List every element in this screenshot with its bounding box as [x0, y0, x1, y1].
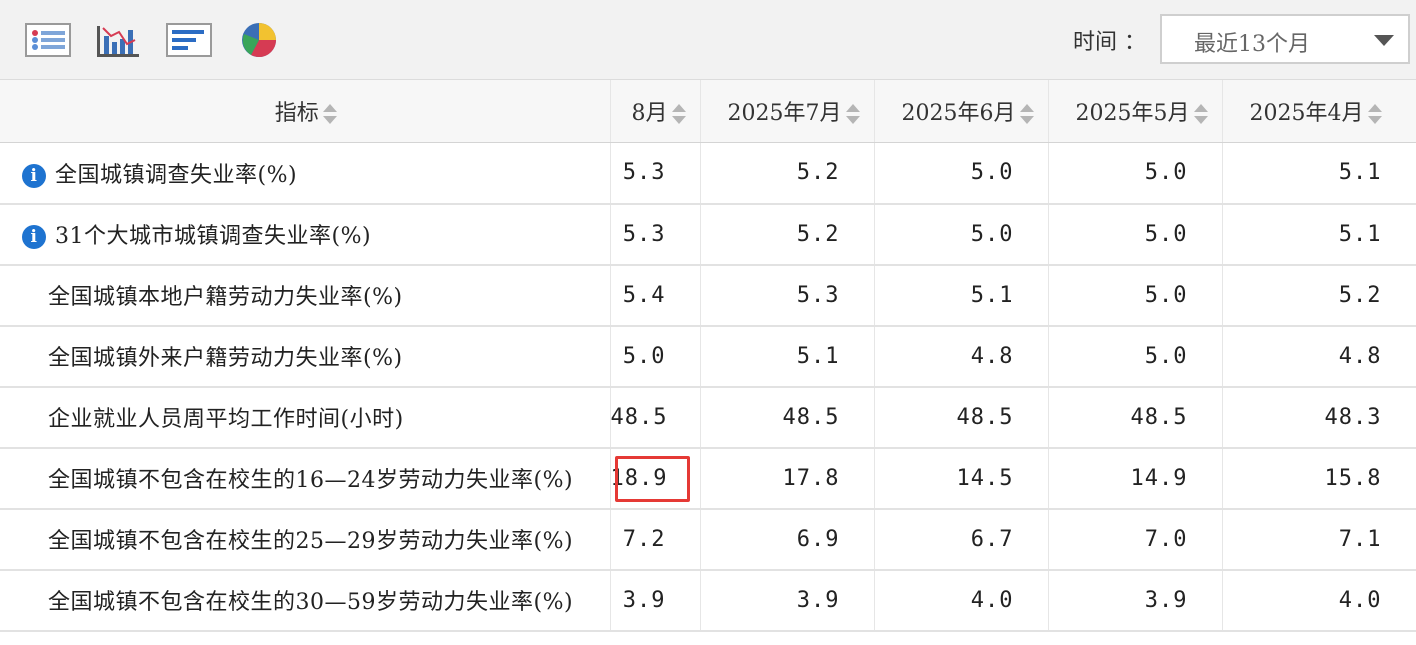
value-cell: 14.5 [874, 447, 1049, 510]
header-col-5[interactable]: 2025年4月 [1222, 80, 1416, 143]
header-indicator[interactable]: 指标 [0, 80, 611, 143]
value-cell: 6.7 [874, 508, 1049, 571]
value-cell: 5.2 [700, 142, 875, 205]
value-cell: 3.9 [1048, 569, 1223, 632]
sort-icon[interactable] [322, 103, 337, 125]
sort-icon[interactable] [845, 103, 860, 125]
value-cell: 48.5 [874, 386, 1049, 449]
table-row: 全国城镇不包含在校生的25—29岁劳动力失业率(%) 7.2 6.9 6.7 7… [0, 508, 1416, 571]
value-cell: 5.0 [874, 203, 1049, 266]
toolbar: 时间 ： 最近13个月 [0, 0, 1416, 80]
sort-icon[interactable] [1367, 103, 1382, 125]
table-row: 全国城镇外来户籍劳动力失业率(%) 5.0 5.1 4.8 5.0 4.8 [0, 325, 1416, 388]
value-cell: 48.3 [1222, 386, 1416, 449]
sort-icon[interactable] [1193, 103, 1208, 125]
value-cell: 5.1 [874, 264, 1049, 327]
value-cell: 7.1 [1222, 508, 1416, 571]
value-cell: 4.8 [874, 325, 1049, 388]
value-cell: 6.9 [700, 508, 875, 571]
value-cell: 5.4 [610, 264, 701, 327]
value-cell: 4.8 [1222, 325, 1416, 388]
table-header-row: 指标 8月 2025年7月 2025年6月 2025年5月 2025年4月 [0, 80, 1416, 143]
value-cell: 5.0 [1048, 264, 1223, 327]
table-row: 全国城镇本地户籍劳动力失业率(%) 5.4 5.3 5.1 5.0 5.2 [0, 264, 1416, 327]
value-cell: 5.2 [1222, 264, 1416, 327]
indicator-cell: 全国城镇不包含在校生的16—24岁劳动力失业率(%) [0, 447, 611, 510]
sort-icon[interactable] [1019, 103, 1034, 125]
time-range-select[interactable]: 最近13个月 [1160, 14, 1410, 64]
value-cell: 5.0 [1048, 203, 1223, 266]
highlight-box [614, 455, 690, 502]
data-table: 指标 8月 2025年7月 2025年6月 2025年5月 2025年4月 i全… [0, 80, 1416, 632]
value-cell: 4.0 [874, 569, 1049, 632]
value-cell: 5.0 [1048, 142, 1223, 205]
table-row: 全国城镇不包含在校生的16—24岁劳动力失业率(%) 18.9 17.8 14.… [0, 447, 1416, 510]
value-cell: 5.2 [700, 203, 875, 266]
indicator-cell: 全国城镇本地户籍劳动力失业率(%) [0, 264, 611, 327]
info-icon[interactable]: i [22, 163, 46, 188]
value-cell: 7.2 [610, 508, 701, 571]
horizontal-bar-icon[interactable] [166, 20, 212, 60]
value-cell: 17.8 [700, 447, 875, 510]
time-label: 时间 ： [1073, 30, 1146, 55]
table-row: i 全国城镇调查失业率(%) 5.3 5.2 5.0 5.0 5.1 [0, 142, 1416, 205]
value-cell: 15.8 [1222, 447, 1416, 510]
indicator-cell: 全国城镇外来户籍劳动力失业率(%) [0, 325, 611, 388]
info-icon[interactable]: i [22, 225, 46, 249]
bar-chart-icon[interactable] [95, 20, 141, 60]
indicator-cell: i 31个大城市城镇调查失业率(%) [0, 203, 611, 266]
value-cell: 48.5 [700, 386, 875, 449]
chevron-down-icon[interactable] [1374, 35, 1394, 46]
value-cell: 7.0 [1048, 508, 1223, 571]
pie-chart-icon[interactable] [236, 20, 282, 60]
table-row: i 31个大城市城镇调查失业率(%) 5.3 5.2 5.0 5.0 5.1 [0, 203, 1416, 266]
value-cell: 3.9 [700, 569, 875, 632]
indicator-cell: 企业就业人员周平均工作时间(小时) [0, 386, 611, 449]
header-col-1[interactable]: 8月 [610, 80, 701, 143]
value-cell: 5.3 [610, 203, 701, 266]
header-col-2[interactable]: 2025年7月 [700, 80, 875, 143]
indicator-cell: 全国城镇不包含在校生的25—29岁劳动力失业率(%) [0, 508, 611, 571]
indicator-cell: i 全国城镇调查失业率(%) [0, 142, 611, 205]
value-cell: 5.1 [700, 325, 875, 388]
table-row: 全国城镇不包含在校生的30—59岁劳动力失业率(%) 3.9 3.9 4.0 3… [0, 569, 1416, 632]
highlighted-value-cell: 18.9 [610, 447, 701, 510]
value-cell: 4.0 [1222, 569, 1416, 632]
value-cell: 3.9 [610, 569, 701, 632]
time-range-value: 最近13个月 [1194, 32, 1310, 57]
sort-icon[interactable] [671, 103, 686, 125]
value-cell: 5.0 [610, 325, 701, 388]
header-col-3[interactable]: 2025年6月 [874, 80, 1049, 143]
value-cell: 5.1 [1222, 203, 1416, 266]
value-cell: 5.3 [700, 264, 875, 327]
value-cell: 14.9 [1048, 447, 1223, 510]
value-cell: 5.0 [874, 142, 1049, 205]
indicator-cell: 全国城镇不包含在校生的30—59岁劳动力失业率(%) [0, 569, 611, 632]
value-cell: 5.0 [1048, 325, 1223, 388]
value-cell: 48.5 [1048, 386, 1223, 449]
value-cell: 5.3 [610, 142, 701, 205]
value-cell: 48.5 [610, 386, 701, 449]
table-row: 企业就业人员周平均工作时间(小时) 48.5 48.5 48.5 48.5 48… [0, 386, 1416, 449]
list-view-icon[interactable] [25, 20, 71, 60]
header-col-4[interactable]: 2025年5月 [1048, 80, 1223, 143]
value-cell: 5.1 [1222, 142, 1416, 205]
